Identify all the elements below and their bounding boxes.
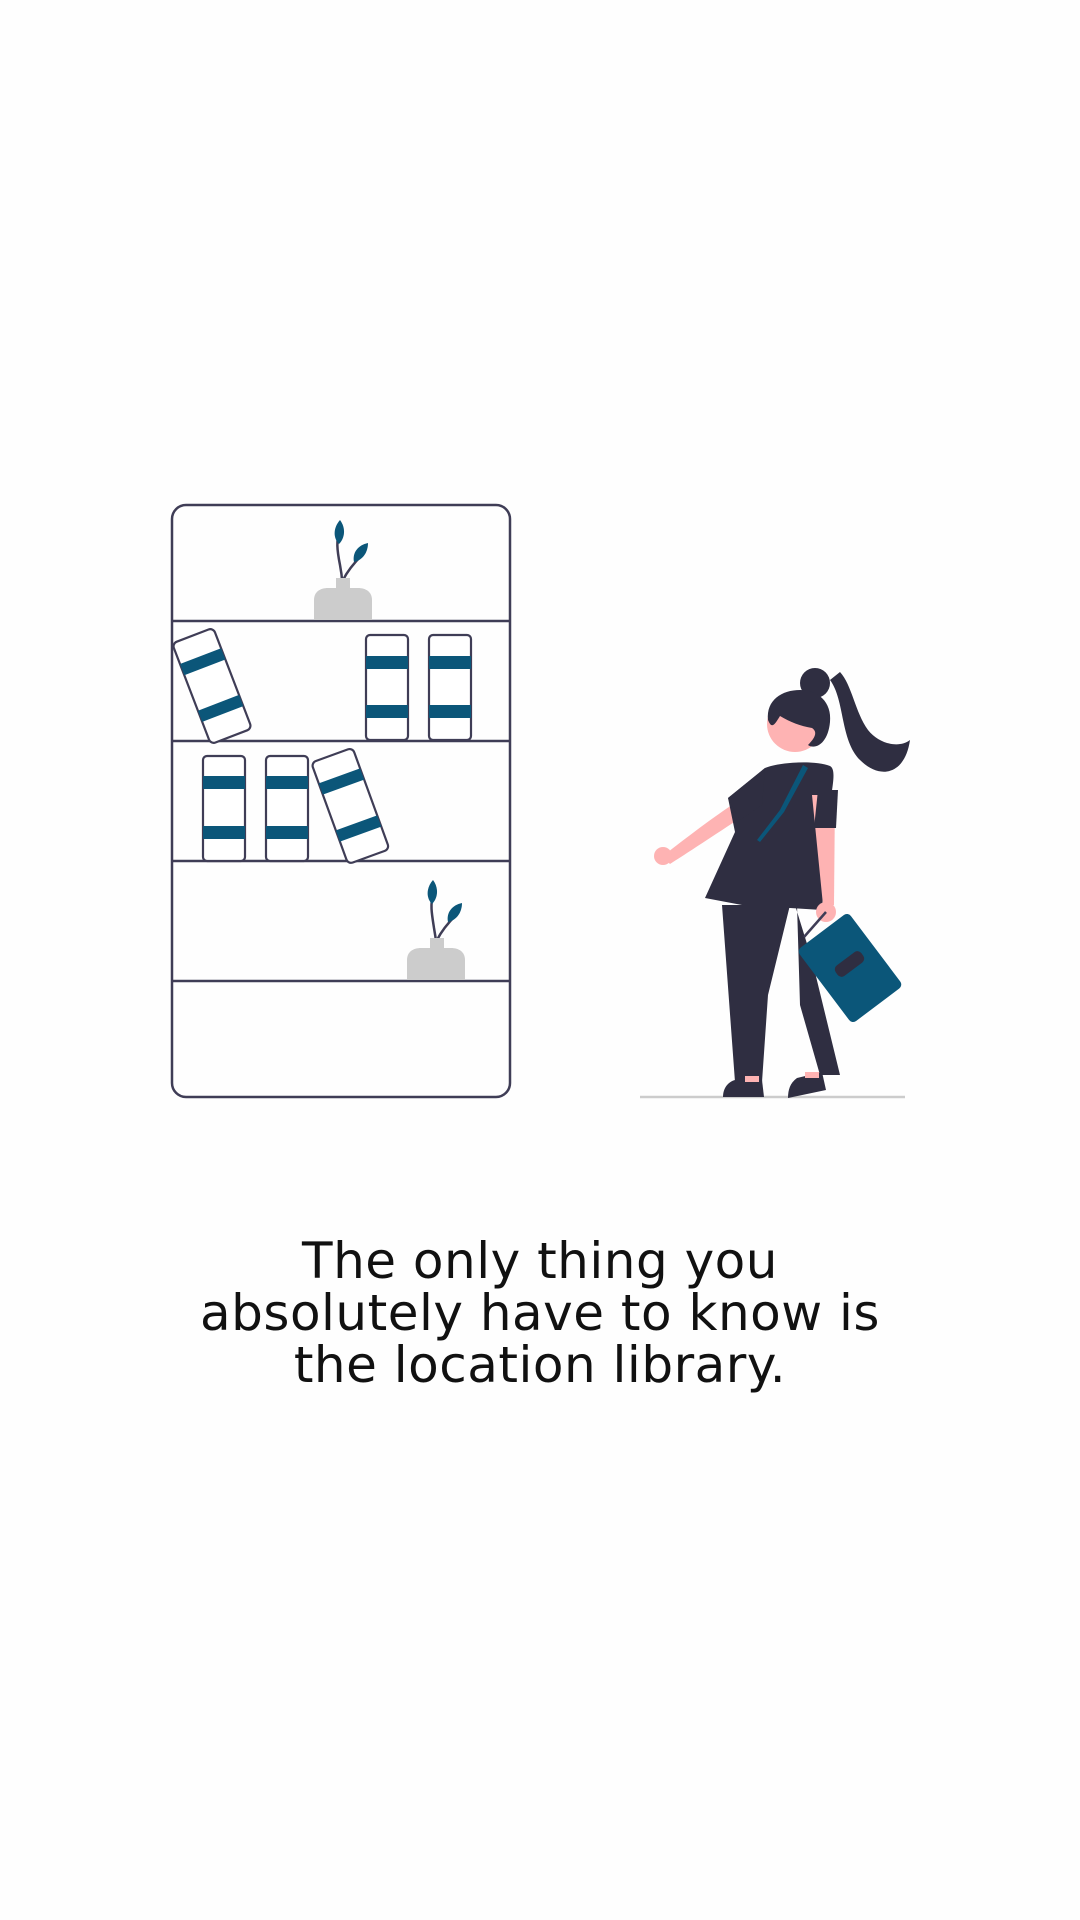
caption-line: The only thing you bbox=[302, 1232, 778, 1290]
plant-pot-icon bbox=[314, 520, 372, 621]
book-icon bbox=[201, 754, 247, 863]
bookshelf-icon bbox=[170, 503, 512, 1099]
onboarding-screen: The only thing you absolutely have to kn… bbox=[0, 0, 1080, 1920]
library-illustration bbox=[170, 503, 910, 1099]
book-icon bbox=[311, 747, 390, 864]
book-icon bbox=[172, 628, 252, 744]
plant-pot-icon bbox=[407, 880, 465, 981]
book-icon bbox=[364, 633, 410, 742]
caption-line: the location library. bbox=[293, 1336, 787, 1394]
person-holding-book-icon bbox=[640, 668, 910, 1099]
book-icon bbox=[264, 754, 310, 863]
onboarding-caption: The only thing you absolutely have to kn… bbox=[140, 1235, 940, 1391]
caption-line: absolutely have to know is bbox=[200, 1284, 880, 1342]
book-icon bbox=[427, 633, 473, 742]
